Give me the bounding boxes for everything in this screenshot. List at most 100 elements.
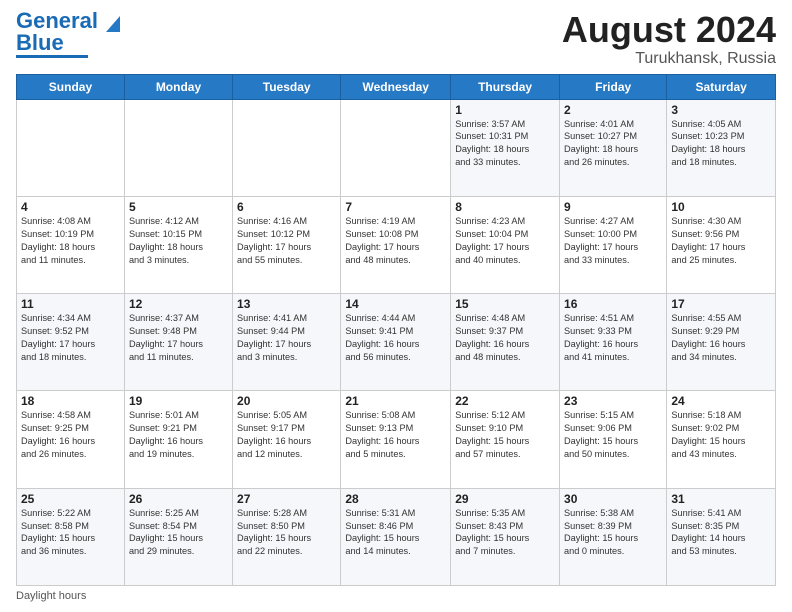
day-number: 27 bbox=[237, 492, 336, 506]
calendar-cell: 9Sunrise: 4:27 AMSunset: 10:00 PMDayligh… bbox=[560, 196, 667, 293]
day-number: 1 bbox=[455, 103, 555, 117]
day-number: 4 bbox=[21, 200, 120, 214]
page: GeneralBlue August 2024 Turukhansk, Russ… bbox=[0, 0, 792, 612]
day-number: 24 bbox=[671, 394, 771, 408]
day-info: Sunrise: 5:08 AMSunset: 9:13 PMDaylight:… bbox=[345, 409, 446, 461]
day-info: Sunrise: 5:25 AMSunset: 8:54 PMDaylight:… bbox=[129, 507, 228, 559]
day-info: Sunrise: 5:38 AMSunset: 8:39 PMDaylight:… bbox=[564, 507, 662, 559]
col-sunday: Sunday bbox=[17, 74, 125, 99]
calendar-cell: 12Sunrise: 4:37 AMSunset: 9:48 PMDayligh… bbox=[124, 294, 232, 391]
title-location: Turukhansk, Russia bbox=[562, 50, 776, 68]
day-number: 25 bbox=[21, 492, 120, 506]
calendar-cell: 4Sunrise: 4:08 AMSunset: 10:19 PMDayligh… bbox=[17, 196, 125, 293]
day-info: Sunrise: 4:55 AMSunset: 9:29 PMDaylight:… bbox=[671, 312, 771, 364]
footer-note: Daylight hours bbox=[16, 590, 776, 602]
day-info: Sunrise: 4:58 AMSunset: 9:25 PMDaylight:… bbox=[21, 409, 120, 461]
calendar-cell: 28Sunrise: 5:31 AMSunset: 8:46 PMDayligh… bbox=[341, 488, 451, 585]
calendar-week-4: 25Sunrise: 5:22 AMSunset: 8:58 PMDayligh… bbox=[17, 488, 776, 585]
day-number: 21 bbox=[345, 394, 446, 408]
calendar-cell: 24Sunrise: 5:18 AMSunset: 9:02 PMDayligh… bbox=[667, 391, 776, 488]
calendar-table: Sunday Monday Tuesday Wednesday Thursday… bbox=[16, 74, 776, 586]
day-info: Sunrise: 5:15 AMSunset: 9:06 PMDaylight:… bbox=[564, 409, 662, 461]
day-info: Sunrise: 4:01 AMSunset: 10:27 PMDaylight… bbox=[564, 118, 662, 170]
day-info: Sunrise: 5:01 AMSunset: 9:21 PMDaylight:… bbox=[129, 409, 228, 461]
calendar-cell: 2Sunrise: 4:01 AMSunset: 10:27 PMDayligh… bbox=[560, 99, 667, 196]
day-number: 12 bbox=[129, 297, 228, 311]
day-info: Sunrise: 5:18 AMSunset: 9:02 PMDaylight:… bbox=[671, 409, 771, 461]
day-info: Sunrise: 5:31 AMSunset: 8:46 PMDaylight:… bbox=[345, 507, 446, 559]
day-number: 26 bbox=[129, 492, 228, 506]
day-number: 29 bbox=[455, 492, 555, 506]
day-info: Sunrise: 5:22 AMSunset: 8:58 PMDaylight:… bbox=[21, 507, 120, 559]
logo-icon bbox=[100, 12, 122, 34]
calendar-cell: 5Sunrise: 4:12 AMSunset: 10:15 PMDayligh… bbox=[124, 196, 232, 293]
col-thursday: Thursday bbox=[451, 74, 560, 99]
day-info: Sunrise: 4:44 AMSunset: 9:41 PMDaylight:… bbox=[345, 312, 446, 364]
day-number: 2 bbox=[564, 103, 662, 117]
col-friday: Friday bbox=[560, 74, 667, 99]
day-info: Sunrise: 4:41 AMSunset: 9:44 PMDaylight:… bbox=[237, 312, 336, 364]
day-number: 31 bbox=[671, 492, 771, 506]
day-info: Sunrise: 5:05 AMSunset: 9:17 PMDaylight:… bbox=[237, 409, 336, 461]
day-number: 9 bbox=[564, 200, 662, 214]
calendar-week-1: 4Sunrise: 4:08 AMSunset: 10:19 PMDayligh… bbox=[17, 196, 776, 293]
calendar-cell: 16Sunrise: 4:51 AMSunset: 9:33 PMDayligh… bbox=[560, 294, 667, 391]
day-info: Sunrise: 4:48 AMSunset: 9:37 PMDaylight:… bbox=[455, 312, 555, 364]
day-number: 16 bbox=[564, 297, 662, 311]
calendar-cell: 10Sunrise: 4:30 AMSunset: 9:56 PMDayligh… bbox=[667, 196, 776, 293]
col-saturday: Saturday bbox=[667, 74, 776, 99]
calendar-cell: 31Sunrise: 5:41 AMSunset: 8:35 PMDayligh… bbox=[667, 488, 776, 585]
header-row: Sunday Monday Tuesday Wednesday Thursday… bbox=[17, 74, 776, 99]
day-info: Sunrise: 4:27 AMSunset: 10:00 PMDaylight… bbox=[564, 215, 662, 267]
title-block: August 2024 Turukhansk, Russia bbox=[562, 10, 776, 68]
col-tuesday: Tuesday bbox=[233, 74, 341, 99]
day-number: 14 bbox=[345, 297, 446, 311]
calendar-cell bbox=[124, 99, 232, 196]
day-info: Sunrise: 4:30 AMSunset: 9:56 PMDaylight:… bbox=[671, 215, 771, 267]
header: GeneralBlue August 2024 Turukhansk, Russ… bbox=[16, 10, 776, 68]
day-info: Sunrise: 4:23 AMSunset: 10:04 PMDaylight… bbox=[455, 215, 555, 267]
calendar-cell: 7Sunrise: 4:19 AMSunset: 10:08 PMDayligh… bbox=[341, 196, 451, 293]
day-number: 7 bbox=[345, 200, 446, 214]
calendar-cell: 6Sunrise: 4:16 AMSunset: 10:12 PMDayligh… bbox=[233, 196, 341, 293]
calendar-cell: 3Sunrise: 4:05 AMSunset: 10:23 PMDayligh… bbox=[667, 99, 776, 196]
calendar-cell: 18Sunrise: 4:58 AMSunset: 9:25 PMDayligh… bbox=[17, 391, 125, 488]
calendar-cell: 1Sunrise: 3:57 AMSunset: 10:31 PMDayligh… bbox=[451, 99, 560, 196]
day-info: Sunrise: 3:57 AMSunset: 10:31 PMDaylight… bbox=[455, 118, 555, 170]
day-info: Sunrise: 4:51 AMSunset: 9:33 PMDaylight:… bbox=[564, 312, 662, 364]
logo: GeneralBlue bbox=[16, 10, 122, 58]
day-number: 30 bbox=[564, 492, 662, 506]
calendar-cell: 19Sunrise: 5:01 AMSunset: 9:21 PMDayligh… bbox=[124, 391, 232, 488]
day-info: Sunrise: 4:08 AMSunset: 10:19 PMDaylight… bbox=[21, 215, 120, 267]
day-number: 22 bbox=[455, 394, 555, 408]
day-number: 8 bbox=[455, 200, 555, 214]
calendar-cell: 25Sunrise: 5:22 AMSunset: 8:58 PMDayligh… bbox=[17, 488, 125, 585]
day-info: Sunrise: 5:35 AMSunset: 8:43 PMDaylight:… bbox=[455, 507, 555, 559]
calendar-cell: 22Sunrise: 5:12 AMSunset: 9:10 PMDayligh… bbox=[451, 391, 560, 488]
day-number: 11 bbox=[21, 297, 120, 311]
day-number: 28 bbox=[345, 492, 446, 506]
day-info: Sunrise: 4:05 AMSunset: 10:23 PMDaylight… bbox=[671, 118, 771, 170]
calendar-cell: 27Sunrise: 5:28 AMSunset: 8:50 PMDayligh… bbox=[233, 488, 341, 585]
day-number: 17 bbox=[671, 297, 771, 311]
title-month: August 2024 bbox=[562, 10, 776, 50]
calendar-cell: 23Sunrise: 5:15 AMSunset: 9:06 PMDayligh… bbox=[560, 391, 667, 488]
calendar-cell: 20Sunrise: 5:05 AMSunset: 9:17 PMDayligh… bbox=[233, 391, 341, 488]
calendar-cell: 13Sunrise: 4:41 AMSunset: 9:44 PMDayligh… bbox=[233, 294, 341, 391]
calendar-cell: 15Sunrise: 4:48 AMSunset: 9:37 PMDayligh… bbox=[451, 294, 560, 391]
day-number: 23 bbox=[564, 394, 662, 408]
logo-text: GeneralBlue bbox=[16, 10, 98, 54]
calendar-cell: 30Sunrise: 5:38 AMSunset: 8:39 PMDayligh… bbox=[560, 488, 667, 585]
day-number: 15 bbox=[455, 297, 555, 311]
day-info: Sunrise: 4:34 AMSunset: 9:52 PMDaylight:… bbox=[21, 312, 120, 364]
calendar-cell bbox=[341, 99, 451, 196]
col-monday: Monday bbox=[124, 74, 232, 99]
day-info: Sunrise: 5:41 AMSunset: 8:35 PMDaylight:… bbox=[671, 507, 771, 559]
calendar-cell: 21Sunrise: 5:08 AMSunset: 9:13 PMDayligh… bbox=[341, 391, 451, 488]
calendar-week-3: 18Sunrise: 4:58 AMSunset: 9:25 PMDayligh… bbox=[17, 391, 776, 488]
day-info: Sunrise: 4:37 AMSunset: 9:48 PMDaylight:… bbox=[129, 312, 228, 364]
day-info: Sunrise: 5:28 AMSunset: 8:50 PMDaylight:… bbox=[237, 507, 336, 559]
day-number: 10 bbox=[671, 200, 771, 214]
day-number: 18 bbox=[21, 394, 120, 408]
day-number: 20 bbox=[237, 394, 336, 408]
